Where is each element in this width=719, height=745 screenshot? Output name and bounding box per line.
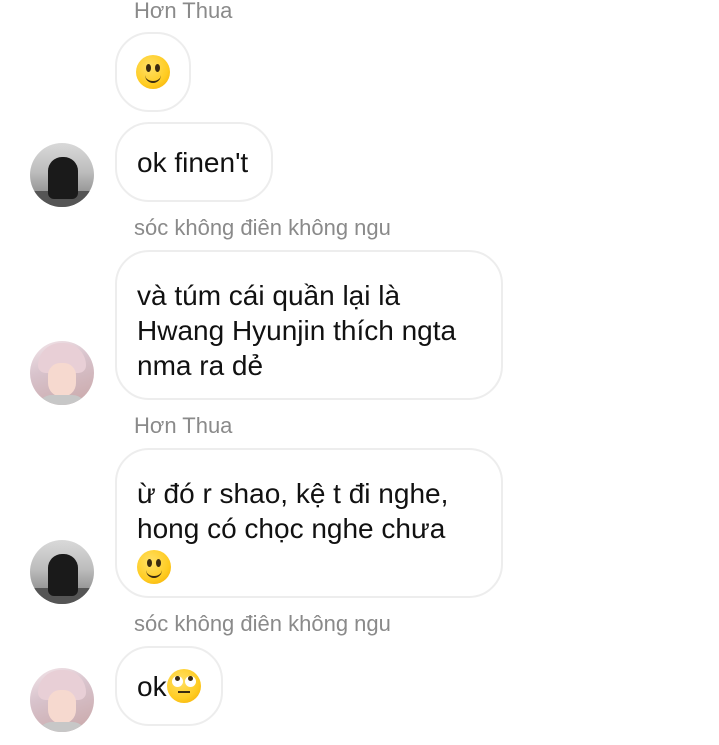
avatar[interactable]: [30, 668, 94, 732]
avatar[interactable]: [30, 540, 94, 604]
message-text: ok: [137, 670, 167, 702]
sender-name: Hơn Thua: [134, 413, 233, 438]
sender-name: sóc không điên không ngu: [134, 215, 391, 240]
slightly-smiling-face-icon: [136, 55, 170, 89]
face-with-rolling-eyes-icon: [166, 669, 201, 703]
slightly-smiling-face-icon: [137, 550, 171, 584]
message-bubble[interactable]: và túm cái quần lại là Hwang Hyunjin thí…: [115, 250, 503, 400]
message-bubble[interactable]: ừ đó r shao, kệ t đi nghe, hong có chọc …: [115, 448, 503, 598]
message-bubble[interactable]: ok: [115, 646, 223, 726]
sender-name: Hơn Thua: [134, 0, 233, 23]
avatar[interactable]: [30, 143, 94, 207]
message-bubble[interactable]: [115, 32, 191, 112]
avatar[interactable]: [30, 341, 94, 405]
message-text: ok finen't: [137, 146, 249, 178]
sender-name: sóc không điên không ngu: [134, 611, 391, 636]
message-text: và túm cái quần lại là Hwang Hyunjin thí…: [137, 280, 457, 381]
message-bubble[interactable]: ok finen't: [115, 122, 273, 202]
message-text: ừ đó r shao, kệ t đi nghe, hong có chọc …: [137, 478, 449, 544]
